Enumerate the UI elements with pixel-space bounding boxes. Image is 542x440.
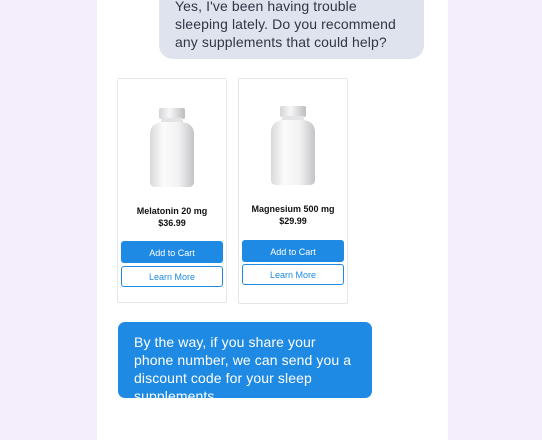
product-card-magnesium: Magnesium 500 mg $29.99 Add to Cart Lear… bbox=[238, 78, 348, 304]
user-message-bubble: Yes, I've been having trouble sleeping l… bbox=[159, 0, 424, 59]
supplement-bottle-icon bbox=[150, 108, 194, 187]
product-price: $36.99 bbox=[158, 218, 186, 228]
supplement-bottle-icon bbox=[271, 106, 315, 185]
product-card-melatonin: Melatonin 20 mg $36.99 Add to Cart Learn… bbox=[117, 78, 227, 303]
learn-more-button[interactable]: Learn More bbox=[242, 264, 344, 285]
bot-message-bubble: By the way, if you share your phone numb… bbox=[118, 322, 372, 404]
product-price: $29.99 bbox=[279, 216, 307, 226]
add-to-cart-button[interactable]: Add to Cart bbox=[121, 241, 223, 263]
learn-more-button[interactable]: Learn More bbox=[121, 266, 223, 287]
product-name: Melatonin 20 mg bbox=[136, 206, 208, 216]
add-to-cart-button[interactable]: Add to Cart bbox=[242, 240, 344, 262]
product-name: Magnesium 500 mg bbox=[251, 204, 335, 214]
